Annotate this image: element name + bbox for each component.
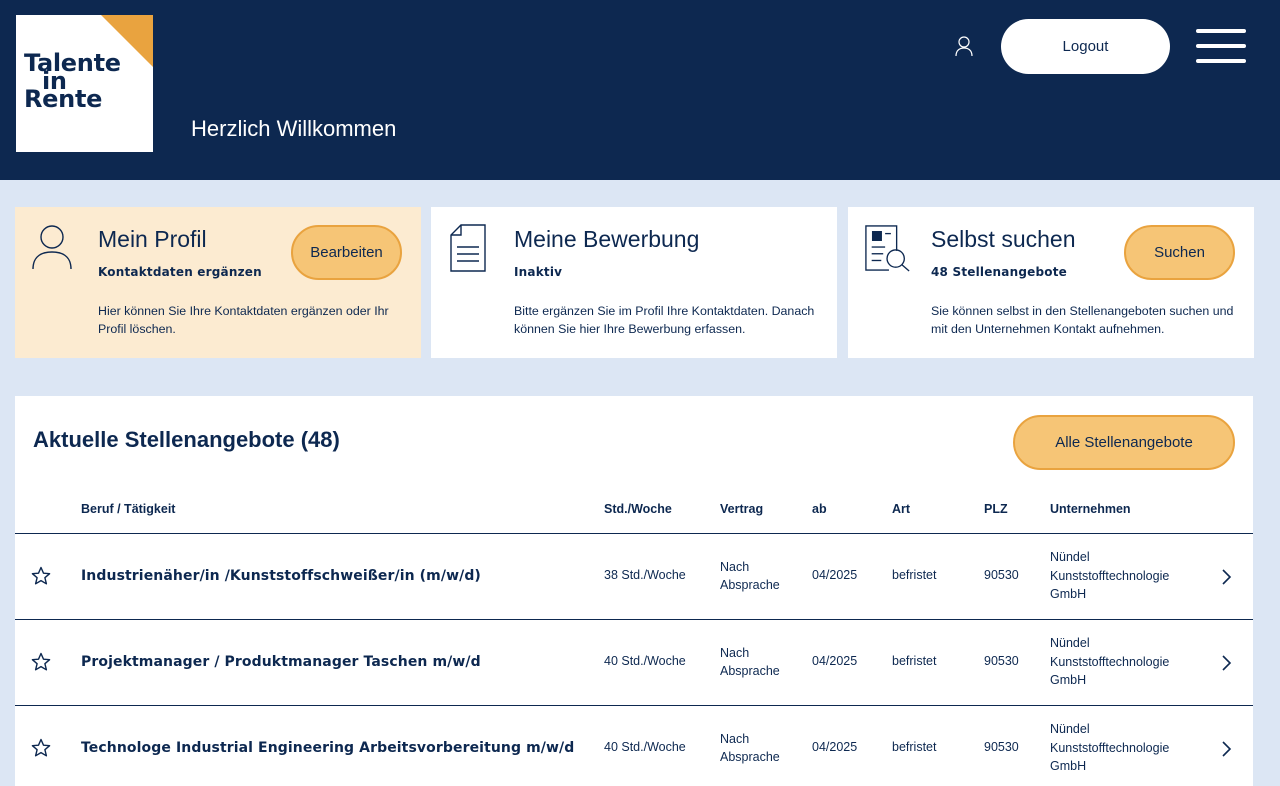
job-contract: Nach Absprache <box>720 646 780 678</box>
profile-card-title: Mein Profil <box>98 226 207 252</box>
star-icon[interactable] <box>31 566 51 586</box>
search-card-count: 48 Stellenangebote <box>931 265 1067 279</box>
table-row[interactable]: Technologe Industrial Engineering Arbeit… <box>15 705 1253 786</box>
job-title[interactable]: Technologe Industrial Engineering Arbeit… <box>81 740 574 756</box>
table-row[interactable]: Projektmanager / Produktmanager Taschen … <box>15 619 1253 705</box>
logo-text: Talente in Rente <box>24 49 121 113</box>
logout-button[interactable]: Logout <box>1001 19 1170 74</box>
profile-card-description: Hier können Sie Ihre Kontaktdaten ergänz… <box>98 304 389 336</box>
job-listings-title: Aktuelle Stellenangebote (48) <box>33 427 340 452</box>
job-type: befristet <box>892 740 937 754</box>
profile-card: Mein Profil Kontaktdaten ergänzen Hier k… <box>15 207 421 358</box>
logo-line-1: Talente <box>24 49 121 77</box>
profile-card-subtitle: Kontaktdaten ergänzen <box>98 265 262 279</box>
chevron-right-icon[interactable] <box>1219 653 1233 673</box>
logo-line-3: Rente <box>24 85 103 113</box>
all-jobs-button[interactable]: Alle Stellenangebote <box>1013 415 1235 470</box>
application-card: Meine Bewerbung Inaktiv Bitte ergänzen S… <box>431 207 837 358</box>
job-listings-panel: Aktuelle Stellenangebote (48) Alle Stell… <box>15 396 1253 786</box>
document-icon <box>450 224 486 272</box>
job-title[interactable]: Industrienäher/in /Kunststoffschweißer/i… <box>81 568 481 584</box>
job-company: Nündel Kunststofftechnologie GmbH <box>1050 722 1170 773</box>
column-header-contract[interactable]: Vertrag <box>720 502 763 516</box>
chevron-right-icon[interactable] <box>1219 739 1233 759</box>
star-icon[interactable] <box>31 738 51 758</box>
job-zip: 90530 <box>984 568 1019 582</box>
logo[interactable]: Talente in Rente <box>16 15 153 152</box>
header: Talente in Rente Herzlich Willkommen Log… <box>0 0 1280 180</box>
column-header-type[interactable]: Art <box>892 502 910 516</box>
job-start: 04/2025 <box>812 654 858 668</box>
column-header-start[interactable]: ab <box>812 502 827 516</box>
column-header-zip[interactable]: PLZ <box>984 502 1008 516</box>
table-row[interactable]: Industrienäher/in /Kunststoffschweißer/i… <box>15 533 1253 619</box>
search-card: Selbst suchen 48 Stellenangebote Sie kön… <box>848 207 1254 358</box>
welcome-text: Herzlich Willkommen <box>191 116 397 141</box>
hamburger-menu-icon[interactable] <box>1196 29 1246 64</box>
star-icon[interactable] <box>31 652 51 672</box>
job-hours: 40 Std./Woche <box>604 740 686 754</box>
job-title[interactable]: Projektmanager / Produktmanager Taschen … <box>81 654 481 670</box>
search-button[interactable]: Suchen <box>1124 225 1235 280</box>
application-card-description: Bitte ergänzen Sie im Profil Ihre Kontak… <box>514 304 815 336</box>
job-zip: 90530 <box>984 654 1019 668</box>
application-card-status: Inaktiv <box>514 265 563 279</box>
column-header-hours[interactable]: Std./Woche <box>604 502 672 516</box>
job-hours: 40 Std./Woche <box>604 654 686 668</box>
search-card-title: Selbst suchen <box>931 226 1076 252</box>
job-type: befristet <box>892 568 937 582</box>
search-card-description: Sie können selbst in den Stellenangebote… <box>931 304 1234 336</box>
application-card-title: Meine Bewerbung <box>514 226 700 252</box>
job-start: 04/2025 <box>812 568 858 582</box>
user-icon[interactable] <box>953 35 975 57</box>
job-start: 04/2025 <box>812 740 858 754</box>
job-zip: 90530 <box>984 740 1019 754</box>
chevron-right-icon[interactable] <box>1219 567 1233 587</box>
job-hours: 38 Std./Woche <box>604 568 686 582</box>
job-company: Nündel Kunststofftechnologie GmbH <box>1050 550 1170 601</box>
edit-profile-button[interactable]: Bearbeiten <box>291 225 402 280</box>
job-contract: Nach Absprache <box>720 732 780 764</box>
job-contract: Nach Absprache <box>720 560 780 592</box>
job-type: befristet <box>892 654 937 668</box>
profile-icon <box>32 225 72 270</box>
document-search-icon <box>865 225 910 272</box>
column-header-beruf[interactable]: Beruf / Tätigkeit <box>81 502 175 516</box>
job-company: Nündel Kunststofftechnologie GmbH <box>1050 636 1170 687</box>
column-header-company[interactable]: Unternehmen <box>1050 502 1131 516</box>
